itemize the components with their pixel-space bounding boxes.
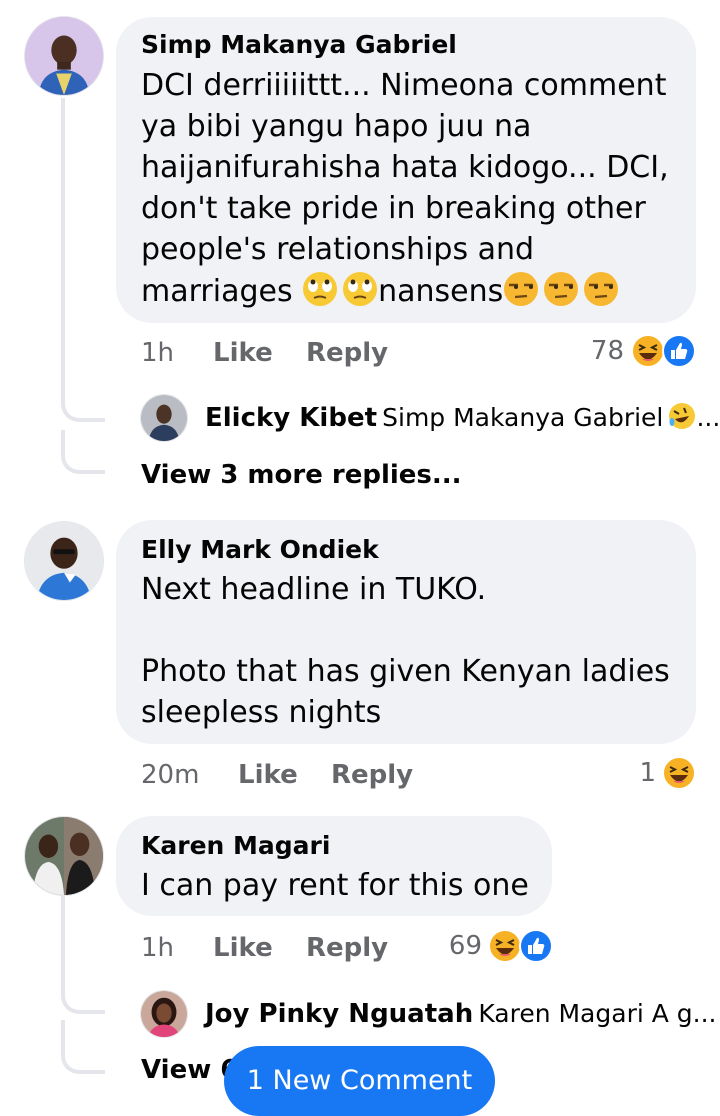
reply-author[interactable]: Elicky Kibet — [205, 403, 377, 433]
like-button[interactable]: Like — [213, 933, 273, 963]
comment-text-segment: nansens — [378, 274, 504, 309]
unamused-emoji — [583, 271, 619, 319]
rolling-eyes-emoji — [342, 271, 378, 319]
reaction-count[interactable]: 78 — [572, 336, 624, 366]
thread-line — [61, 965, 105, 1014]
reaction-count[interactable]: 1 — [612, 758, 656, 788]
rofl-emoji — [668, 402, 696, 434]
comment-timestamp[interactable]: 1h — [141, 933, 174, 963]
haha-reaction-icon[interactable] — [488, 929, 522, 967]
comment-text-line: haijanifurahisha hata kidogo... DCI, — [141, 150, 669, 185]
view-more-replies[interactable]: View 3 more replies... — [141, 460, 462, 490]
comment-text-line: Next headline in TUKO. — [141, 572, 487, 607]
unamused-emoji — [503, 271, 539, 319]
comment-text-line: I can pay rent for this one — [141, 868, 529, 903]
reply-text: Karen Magari A g... — [478, 999, 717, 1028]
reply-preview[interactable]: Elicky Kibet Simp Makanya Gabriel ... — [205, 402, 720, 434]
thread-line — [61, 378, 105, 422]
reply-ellipsis: ... — [696, 403, 720, 432]
thread-line — [61, 895, 65, 965]
haha-reaction-icon[interactable] — [631, 334, 665, 372]
comment-text-line: people's relationships and — [141, 232, 535, 267]
comment-author[interactable]: Elly Mark Ondiek — [141, 535, 379, 564]
comment-author[interactable]: Karen Magari — [141, 831, 330, 860]
comment-text-line: don't take pride in breaking other — [141, 191, 646, 226]
reply-preview[interactable]: Joy Pinky Nguatah Karen Magari A g... — [205, 999, 717, 1029]
thread-line — [61, 98, 65, 378]
rolling-eyes-emoji — [302, 271, 338, 319]
comment-text-segment: marriages — [141, 274, 303, 309]
comment-text-line: DCI derriiiiittt... Nimeona comment — [141, 68, 667, 103]
avatar[interactable] — [24, 816, 104, 896]
like-button[interactable]: Like — [238, 760, 298, 790]
thread-line — [61, 1020, 105, 1074]
thread-line — [61, 430, 105, 474]
comment-text-line: marriages nansens — [141, 271, 619, 319]
comment-timestamp[interactable]: 1h — [141, 338, 174, 368]
avatar[interactable] — [140, 394, 188, 442]
comment-text-line: ya bibi yangu hapo juu na — [141, 109, 532, 144]
reply-button[interactable]: Reply — [331, 760, 413, 790]
comment-text-line: Photo that has given Kenyan ladies — [141, 654, 670, 689]
like-reaction-icon[interactable] — [662, 334, 696, 372]
new-comment-pill[interactable]: 1 New Comment — [224, 1046, 495, 1116]
unamused-emoji — [543, 271, 579, 319]
comment-author[interactable]: Simp Makanya Gabriel — [141, 30, 457, 59]
haha-reaction-icon[interactable] — [662, 756, 696, 794]
comment-text-line: sleepless nights — [141, 695, 382, 730]
reply-author[interactable]: Joy Pinky Nguatah — [205, 999, 473, 1029]
comment-timestamp[interactable]: 20m — [141, 760, 199, 790]
avatar[interactable] — [24, 16, 104, 96]
like-reaction-icon[interactable] — [519, 929, 553, 967]
reply-button[interactable]: Reply — [306, 338, 388, 368]
like-button[interactable]: Like — [213, 338, 273, 368]
reaction-count[interactable]: 69 — [436, 931, 482, 961]
reply-text: Simp Makanya Gabriel — [382, 403, 664, 432]
avatar[interactable] — [24, 521, 104, 601]
avatar[interactable] — [140, 990, 188, 1038]
reply-button[interactable]: Reply — [306, 933, 388, 963]
